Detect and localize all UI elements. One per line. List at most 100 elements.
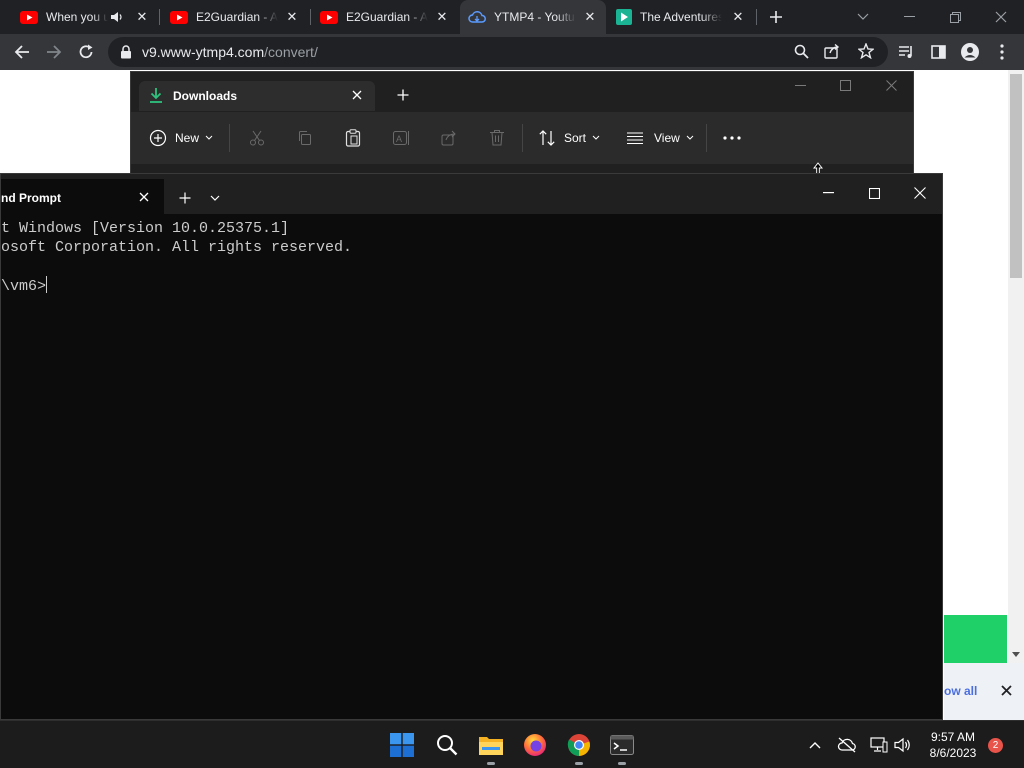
terminal-line: osoft Corporation. All rights reserved. [1,239,353,256]
kebab-menu-icon [1000,44,1004,60]
toolbar-separator [522,124,523,152]
plus-icon[interactable] [397,89,409,101]
browser-tab-5[interactable]: The Adventures ✕ [608,0,754,34]
play-icon [616,9,632,25]
chevron-down-icon[interactable] [210,195,220,201]
maximize-icon[interactable] [869,188,880,199]
restore-icon [949,11,961,23]
new-tab-button[interactable] [766,7,786,27]
reload-icon [79,44,93,59]
show-hidden-icons-button[interactable] [803,731,827,759]
close-icon[interactable]: ✕ [582,9,598,25]
chrome-icon [567,734,590,756]
profile-button[interactable] [956,38,984,66]
show-all-link[interactable]: ow all [944,684,977,698]
chevron-down-icon [592,135,600,140]
bookmark-star-icon[interactable] [858,43,874,59]
youtube-icon [20,10,38,24]
url-host: v9.www-ytmp4.com [142,44,265,60]
page-scrollbar[interactable] [1008,70,1024,663]
close-icon[interactable] [139,192,149,202]
close-icon[interactable] [886,80,897,91]
search-button[interactable] [430,729,464,761]
browser-tab-3[interactable]: E2Guardian - Ac ✕ [312,0,458,34]
chrome-taskbar-button[interactable] [562,729,596,765]
network-button[interactable] [867,731,891,759]
notification-bar: ow all [944,663,1024,720]
close-icon[interactable] [914,187,926,199]
browser-tab-4[interactable]: YTMP4 - Youtub ✕ [460,0,606,34]
volume-button[interactable] [891,731,915,759]
scroll-down-icon[interactable] [1012,652,1020,658]
terminal-window: nd Prompt t Windows [Version 10.0.25375.… [0,173,943,720]
close-icon[interactable] [1001,685,1012,696]
terminal-taskbar-button[interactable] [605,729,639,765]
file-explorer-taskbar-button[interactable] [474,729,508,765]
share-icon[interactable] [441,130,457,146]
url-text: v9.www-ytmp4.com/convert/ [142,44,318,60]
sort-arrows-icon [539,130,555,146]
terminal-output[interactable]: t Windows [Version 10.0.25375.1] osoft Co… [1,219,352,296]
new-label: New [175,131,200,145]
view-button[interactable]: View [627,124,694,152]
rename-icon[interactable]: A [392,130,410,146]
system-clock[interactable]: 9:57 AM 8/6/2023 [920,729,986,761]
browser-close-button[interactable] [978,0,1024,34]
maximize-icon[interactable] [840,80,851,91]
start-icon [390,733,414,757]
chevron-down-icon [857,13,869,20]
forward-button[interactable] [40,38,68,66]
view-label: View [654,131,680,145]
sort-button[interactable]: Sort [539,124,600,152]
share-icon[interactable] [824,44,840,59]
firefox-taskbar-button[interactable] [518,729,552,761]
scrollbar-thumb[interactable] [1010,74,1022,278]
onedrive-status-button[interactable] [835,731,859,759]
cut-icon[interactable] [249,130,265,146]
browser-toolbar: v9.www-ytmp4.com/convert/ [0,34,1024,70]
menu-button[interactable] [988,38,1016,66]
close-icon[interactable]: ✕ [434,9,450,25]
back-button[interactable] [8,38,36,66]
reload-button[interactable] [72,38,100,66]
delete-icon[interactable] [489,129,505,146]
more-options-icon[interactable] [723,136,741,140]
browser-restore-button[interactable] [932,0,978,34]
explorer-tab-downloads[interactable]: Downloads [139,81,375,111]
tab-search-button[interactable] [840,0,886,34]
close-icon[interactable]: ✕ [284,9,300,25]
chevron-down-icon [205,135,213,140]
browser-tab-1[interactable]: When you u ✕ [12,0,158,34]
close-icon[interactable]: ✕ [730,9,746,25]
minimize-icon[interactable] [795,85,806,87]
terminal-prompt-line: \vm6> [1,276,352,296]
browser-tab-3-title: E2Guardian - Ac [346,10,428,24]
notification-badge[interactable]: 2 [988,738,1003,753]
search-icon [437,735,458,756]
green-action-button[interactable] [944,615,1007,663]
address-bar[interactable]: v9.www-ytmp4.com/convert/ [108,37,888,67]
clock-date: 8/6/2023 [929,746,977,760]
media-controls-button[interactable] [892,38,920,66]
copy-icon[interactable] [297,130,313,146]
terminal-line: ​ [1,257,352,276]
download-arrow-icon [150,88,162,103]
terminal-tab-title: nd Prompt [1,191,61,205]
terminal-tab-command-prompt[interactable]: nd Prompt [1,179,164,214]
paste-icon[interactable] [345,129,361,147]
plus-icon[interactable] [179,192,191,204]
browser-minimize-button[interactable] [886,0,932,34]
speaker-icon[interactable] [110,10,124,24]
close-icon[interactable]: ✕ [134,9,150,25]
zoom-search-icon[interactable] [794,44,809,59]
new-button[interactable]: New [149,124,213,152]
cloud-offline-icon [837,737,856,753]
side-panel-button[interactable] [924,38,952,66]
browser-tab-2[interactable]: E2Guardian - Ac ✕ [162,0,308,34]
minimize-icon[interactable] [823,192,834,194]
tab-separator [159,9,160,25]
volume-icon [894,737,910,753]
close-icon[interactable] [352,90,362,100]
terminal-icon [610,735,634,755]
start-button[interactable] [385,729,419,761]
